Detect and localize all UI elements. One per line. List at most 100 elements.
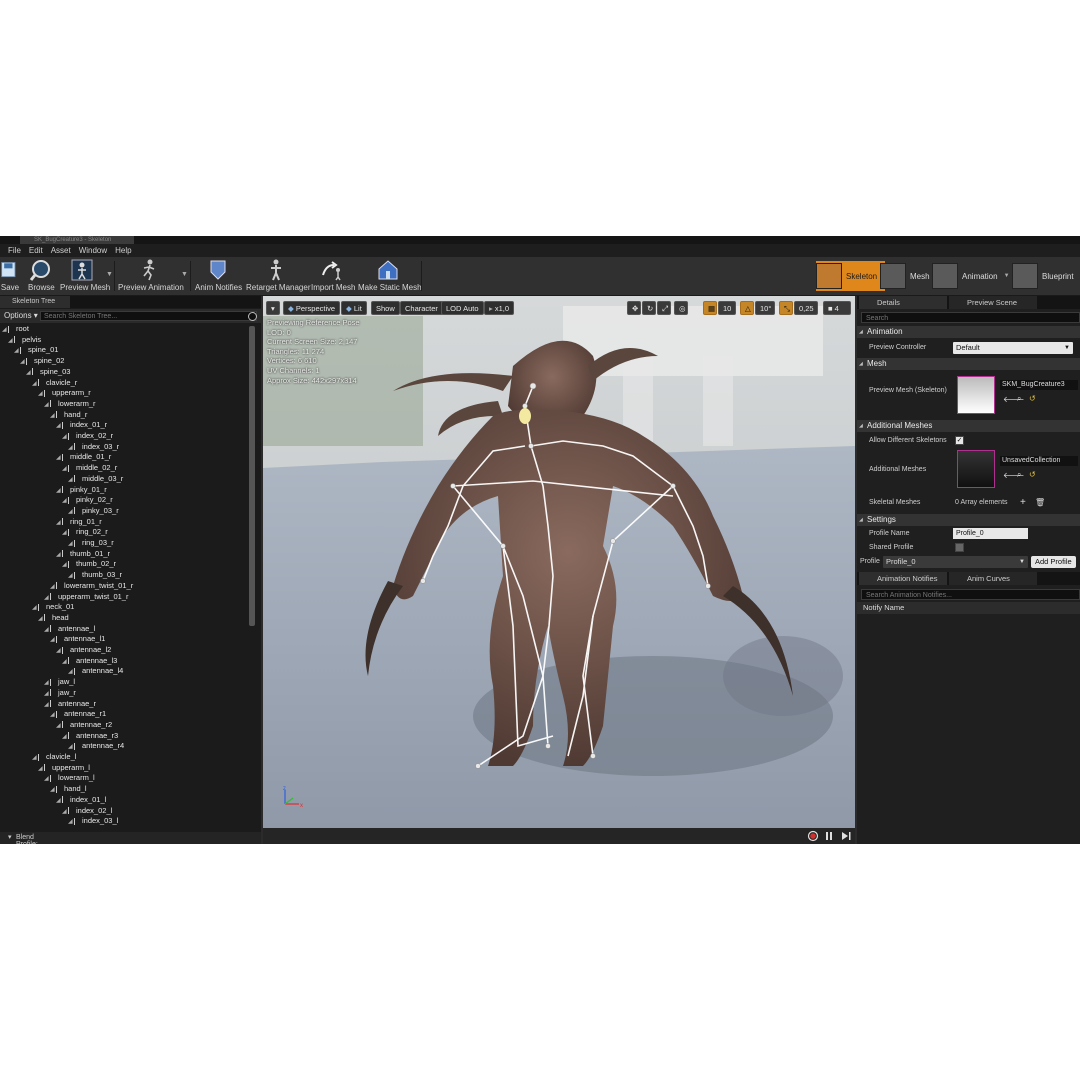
translate-tool-icon[interactable]: ✥ [627,301,641,315]
viewport-options-dropdown[interactable]: ▾ [266,301,280,315]
tab-preview-scene-settings[interactable]: Preview Scene Sett... [949,296,1037,320]
bone-row[interactable]: ◢ thumb_03_r [68,570,122,581]
trash-icon[interactable]: 🗑 [1035,498,1045,507]
lit-button[interactable]: ◆ Lit [341,301,367,315]
details-search-input[interactable]: Search [861,312,1080,323]
playback-speed-button[interactable]: ▸ x1,0 [484,301,515,315]
bone-row[interactable]: ◢ clavicle_l [32,752,76,763]
viewport[interactable]: ▾ ◆ Perspective ◆ Lit Show Character LOD… [263,296,855,828]
tab-skeleton-tree[interactable]: Skeleton Tree [0,296,70,308]
retarget-manager-button[interactable]: Retarget Manager [246,259,310,293]
bone-row[interactable]: ◢ index_03_r [68,442,119,453]
browse-asset-icon[interactable]: ⌕ [1017,394,1021,404]
bone-row[interactable]: ◢ antennae_r2 [56,720,112,731]
browse-button[interactable]: Browse [28,259,55,293]
animation-mode-dropdown-icon[interactable]: ▼ [1004,273,1010,279]
blend-profile-dropdown[interactable]: Blend Profile: None ▾ [8,833,38,844]
bone-row[interactable]: ◢ pinky_01_r [56,485,107,496]
bone-row[interactable]: ◢ ring_02_r [62,527,108,538]
bone-row[interactable]: ◢ antennae_l [44,624,95,635]
perspective-button[interactable]: ◆ Perspective [283,301,341,315]
bone-row[interactable]: ◢ head [38,613,69,624]
mode-blueprint-button[interactable]: Blueprint [1012,261,1074,291]
asset-tab[interactable]: SK_BugCreature3 - Skeleton [20,236,134,244]
bone-row[interactable]: ◢ jaw_r [44,688,76,699]
menu-asset[interactable]: Asset [51,246,71,255]
preview-mesh-dropdown-icon[interactable]: ▼ [106,271,113,278]
bone-row[interactable]: ◢ antennae_l4 [68,666,123,677]
section-additional-meshes-header[interactable]: Additional Meshes [857,420,1080,432]
tree-scrollbar[interactable] [249,326,255,626]
rotation-snap-icon[interactable]: △ [740,301,754,315]
bone-row[interactable]: ◢ middle_01_r [56,452,111,463]
scale-snap-value[interactable]: 0,25 [794,301,818,315]
tab-details[interactable]: Details [859,296,947,309]
add-element-icon[interactable]: + [1020,497,1026,508]
bone-row[interactable]: ◢ antennae_r4 [68,741,124,752]
additional-meshes-value[interactable]: UnsavedCollection [1000,456,1078,466]
bone-row[interactable]: ◢ spine_03 [26,367,70,378]
bone-row[interactable]: ◢ upperarm_twist_01_r [44,592,128,603]
bone-row[interactable]: ◢ index_03_l [68,816,118,827]
bone-row[interactable]: ◢ antennae_l1 [50,634,105,645]
tab-anim-curves[interactable]: Anim Curves [949,572,1037,585]
section-settings-header[interactable]: Settings [857,514,1080,526]
mode-skeleton-button[interactable]: Skeleton [816,261,886,291]
profile-dropdown[interactable]: Profile_0 ▼ [883,556,1028,568]
bone-row[interactable]: ◢ upperarm_r [38,388,91,399]
allow-different-skeletons-checkbox[interactable]: ✓ [955,436,964,445]
section-animation-header[interactable]: Animation [857,326,1080,338]
bone-row[interactable]: ◢ spine_02 [20,356,64,367]
scale-snap-icon[interactable]: ⤡ [779,301,793,315]
bone-row[interactable]: ◢ antennae_r1 [50,709,106,720]
save-button[interactable]: Save [0,259,20,293]
world-space-icon[interactable]: ◎ [674,301,688,315]
bone-row[interactable]: ◢ pelvis [8,335,41,346]
bone-row[interactable]: ◢ ring_03_r [68,538,114,549]
rotate-tool-icon[interactable]: ↻ [642,301,656,315]
bone-row[interactable]: ◢ antennae_r3 [62,731,118,742]
bone-row[interactable]: ◢ upperarm_l [38,763,90,774]
mode-animation-button[interactable]: Animation ▼ [932,261,1010,291]
bone-row[interactable]: ◢ lowerarm_r [44,399,96,410]
bone-row[interactable]: ◢ lowerarm_l [44,773,95,784]
bone-row[interactable]: ◢ ring_01_r [56,517,102,528]
preview-mesh-value[interactable]: SKM_BugCreature3 [1000,380,1078,390]
menu-file[interactable]: File [8,246,21,255]
bone-row[interactable]: ◢ jaw_l [44,677,75,688]
bone-row[interactable]: ◢ pinky_02_r [62,495,113,506]
bone-row[interactable]: ◢ thumb_01_r [56,549,110,560]
bone-row[interactable]: ◢ antennae_r [44,699,96,710]
menu-window[interactable]: Window [79,246,107,255]
bone-row[interactable]: ◢ middle_03_r [68,474,123,485]
notifies-search-input[interactable]: Search Animation Notifies... [861,589,1080,600]
anim-notifies-button[interactable]: Anim Notifies [195,259,242,293]
show-button[interactable]: Show [371,301,400,315]
section-mesh-header[interactable]: Mesh [857,358,1080,370]
make-static-mesh-button[interactable]: Make Static Mesh [358,259,422,293]
reset-arrow-icon[interactable]: ↺ [1029,470,1036,479]
rotation-snap-value[interactable]: 10° [755,301,775,315]
preview-mesh-button[interactable]: Preview Mesh [60,259,110,293]
skeleton-tree-search-input[interactable]: Search Skeleton Tree... [40,311,257,321]
character-button[interactable]: Character [400,301,443,315]
lod-button[interactable]: LOD Auto [441,301,484,315]
bone-row[interactable]: ◢ middle_02_r [62,463,117,474]
bone-row[interactable]: ◢ pinky_03_r [68,506,119,517]
bone-row[interactable]: ◢ index_01_l [56,795,106,806]
bone-row[interactable]: ◢ lowerarm_twist_01_r [50,581,133,592]
bone-row[interactable]: ◢ hand_r [50,410,87,421]
bone-row[interactable]: ◢ index_01_r [56,420,107,431]
scale-tool-icon[interactable]: ⤢ [657,301,671,315]
bone-row[interactable]: ◢ index_02_l [62,806,112,817]
preview-animation-dropdown-icon[interactable]: ▼ [181,271,188,278]
menu-edit[interactable]: Edit [29,246,43,255]
shared-profile-checkbox[interactable] [955,543,964,552]
grid-snap-icon[interactable]: ▦ [703,301,717,315]
import-mesh-button[interactable]: Import Mesh [311,259,355,293]
additional-meshes-thumbnail[interactable] [957,450,995,488]
profile-name-input[interactable]: Profile_0 [953,528,1028,539]
menu-help[interactable]: Help [115,246,131,255]
bone-row[interactable]: ◢ hand_l [50,784,87,795]
mode-mesh-button[interactable]: Mesh [880,261,930,291]
